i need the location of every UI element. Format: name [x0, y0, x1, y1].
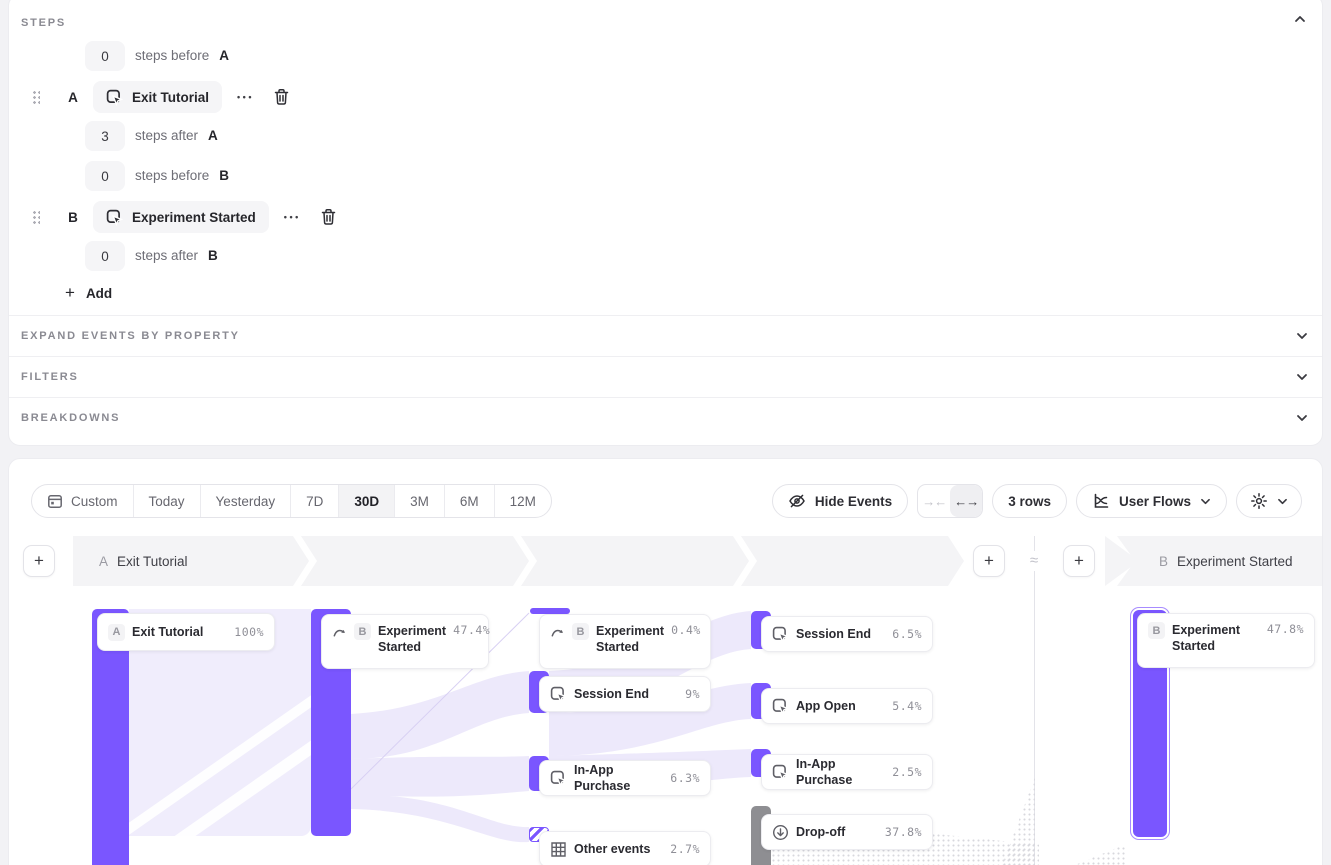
step-badge: B: [354, 623, 371, 640]
trash-icon: [320, 208, 337, 226]
count-label: steps beforeA: [135, 41, 229, 71]
delete-step-button[interactable]: [320, 208, 337, 226]
date-range-custom[interactable]: Custom: [32, 485, 133, 517]
step-letter: A: [66, 90, 80, 105]
add-step-button[interactable]: + Add: [65, 283, 112, 303]
flow-node-session-end-2[interactable]: Session End 6.5%: [761, 616, 933, 652]
steps-collapse-button[interactable]: [1294, 11, 1306, 29]
trash-icon: [273, 88, 290, 106]
plus-icon: +: [65, 283, 75, 303]
click-event-icon: [550, 770, 567, 787]
chevron-down-icon: [1296, 331, 1308, 341]
query-builder-panel: STEPS 0 steps beforeA A Exit Tutorial ••…: [8, 0, 1323, 446]
more-options-icon[interactable]: •••: [237, 92, 254, 102]
flow-node-experiment-started-0[interactable]: B Experiment Started 0.4%: [539, 614, 711, 669]
dropoff-texture: [1041, 831, 1125, 865]
chevron-down-icon: [1296, 372, 1308, 382]
flow-node-app-open[interactable]: App Open 5.4%: [761, 688, 933, 724]
count-label: steps beforeB: [135, 161, 229, 191]
flow-node-experiment-started-anchor[interactable]: B Experiment Started 47.8%: [1137, 613, 1315, 668]
count-label: steps afterB: [135, 241, 218, 271]
date-range-today[interactable]: Today: [133, 485, 200, 517]
user-flows-icon: [1092, 492, 1110, 510]
step-letter: B: [1159, 554, 1168, 569]
chevron-up-icon: [1294, 14, 1306, 24]
event-picker-experiment-started[interactable]: Experiment Started: [93, 201, 269, 233]
flow-column-header-b[interactable]: B Experiment Started: [1117, 536, 1323, 586]
flow-column-header[interactable]: [741, 536, 964, 586]
flow-column-header[interactable]: [521, 536, 749, 586]
flow-node-in-app-purchase-2[interactable]: In-App Purchase 2.5%: [761, 754, 933, 790]
step-badge: A: [108, 624, 125, 641]
click-event-icon: [106, 209, 123, 226]
date-range-6m[interactable]: 6M: [444, 485, 494, 517]
more-options-icon[interactable]: •••: [284, 212, 301, 222]
calendar-icon: [47, 493, 63, 509]
approx-icon: ≈: [1020, 551, 1048, 571]
date-range-3m[interactable]: 3M: [394, 485, 444, 517]
steps-before-b-input[interactable]: 0: [85, 161, 125, 191]
flow-node-in-app-purchase[interactable]: In-App Purchase 6.3%: [539, 760, 711, 796]
date-range-12m[interactable]: 12M: [494, 485, 551, 517]
flows-report-page: STEPS 0 steps beforeA A Exit Tutorial ••…: [0, 0, 1331, 865]
add-column-button[interactable]: +: [23, 545, 55, 577]
grid-icon: [550, 841, 567, 858]
drop-off-icon: [772, 824, 789, 841]
expand-columns-button[interactable]: ←→: [950, 485, 982, 517]
event-picker-exit-tutorial[interactable]: Exit Tutorial: [93, 81, 222, 113]
step-badge: B: [572, 623, 589, 640]
count-label: steps afterA: [135, 121, 218, 151]
steps-section-title: STEPS: [21, 13, 66, 31]
step-badge: B: [1148, 622, 1165, 639]
section-expand-events-by-property[interactable]: EXPAND EVENTS BY PROPERTY: [9, 315, 1322, 356]
click-event-icon: [550, 686, 567, 703]
chevron-down-icon: [1296, 413, 1308, 423]
flow-column-header[interactable]: [301, 536, 529, 586]
flow-node-drop-off[interactable]: Drop-off 37.8%: [761, 814, 933, 850]
date-range-control: Custom Today Yesterday 7D 30D 3M 6M 12M: [31, 484, 552, 518]
flow-node-session-end[interactable]: Session End 9%: [539, 676, 711, 712]
chevron-down-icon: [1277, 497, 1288, 506]
add-column-button[interactable]: +: [1063, 545, 1095, 577]
rows-count-button[interactable]: 3 rows: [992, 484, 1067, 518]
drag-handle-icon[interactable]: [32, 210, 40, 224]
flow-column-header-a[interactable]: A Exit Tutorial: [73, 536, 309, 586]
chevron-down-icon: [1200, 497, 1211, 506]
date-range-30d[interactable]: 30D: [338, 485, 394, 517]
steps-before-a-input[interactable]: 0: [85, 41, 125, 71]
width-toggle-group: →← ←→: [917, 484, 983, 518]
section-breakdowns[interactable]: BREAKDOWNS: [9, 397, 1322, 438]
step-row-b: B Experiment Started •••: [9, 200, 1322, 234]
drag-handle-icon[interactable]: [32, 90, 40, 104]
flow-node-exit-tutorial[interactable]: A Exit Tutorial 100%: [97, 613, 275, 651]
click-event-icon: [106, 89, 123, 106]
eye-off-icon: [788, 492, 806, 510]
add-column-button[interactable]: +: [973, 545, 1005, 577]
step-letter: A: [99, 554, 108, 569]
gear-icon: [1250, 492, 1268, 510]
step-row-a: A Exit Tutorial •••: [9, 80, 1322, 114]
step-letter: B: [66, 210, 80, 225]
view-toolbar: Hide Events →← ←→ 3 rows User Flows: [772, 484, 1302, 518]
step-label: Experiment Started: [1177, 554, 1293, 569]
click-event-icon: [772, 698, 789, 715]
indirect-path-icon: [550, 625, 565, 640]
indirect-path-icon: [332, 625, 347, 640]
steps-after-a-input[interactable]: 3: [85, 121, 125, 151]
hide-events-button[interactable]: Hide Events: [772, 484, 908, 518]
flows-panel: Custom Today Yesterday 7D 30D 3M 6M 12M …: [8, 458, 1323, 865]
flow-node-other-events[interactable]: Other events 2.7%: [539, 831, 711, 865]
delete-step-button[interactable]: [273, 88, 290, 106]
date-range-yesterday[interactable]: Yesterday: [200, 485, 291, 517]
view-type-dropdown[interactable]: User Flows: [1076, 484, 1227, 518]
step-label: Exit Tutorial: [117, 554, 188, 569]
settings-dropdown[interactable]: [1236, 484, 1302, 518]
flow-node-experiment-started[interactable]: B Experiment Started 47.4%: [321, 614, 489, 669]
click-event-icon: [772, 764, 789, 781]
section-filters[interactable]: FILTERS: [9, 356, 1322, 397]
collapse-columns-button[interactable]: →←: [918, 485, 950, 517]
date-range-7d[interactable]: 7D: [290, 485, 338, 517]
click-event-icon: [772, 626, 789, 643]
steps-after-b-input[interactable]: 0: [85, 241, 125, 271]
